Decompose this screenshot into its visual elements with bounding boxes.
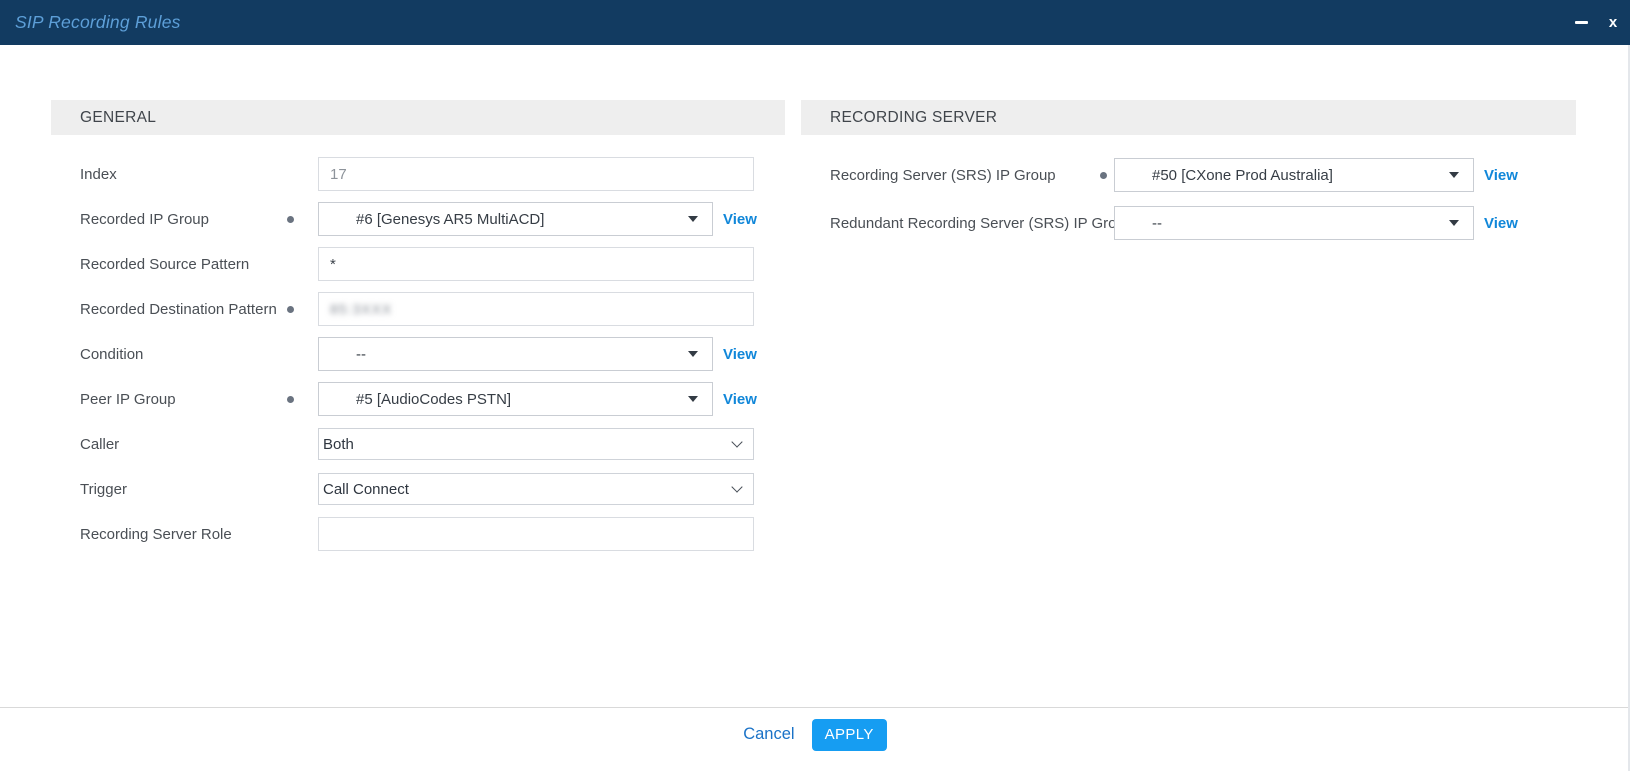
redacted-value: 85:3XXX	[330, 301, 392, 317]
cancel-button[interactable]: Cancel	[743, 725, 794, 744]
recording-server-section: RECORDING SERVER Recording Server (SRS) …	[801, 100, 1576, 254]
field-row-recording-server-role: Recording Server Role	[51, 517, 785, 551]
peer-ip-group-view-link[interactable]: View	[723, 391, 757, 408]
trigger-label: Trigger	[51, 481, 281, 498]
select-chevron-icon	[731, 436, 742, 447]
srs-ip-group-value: #50 [CXone Prod Australia]	[1115, 167, 1333, 184]
field-row-peer-ip-group: Peer IP Group #5 [AudioCodes PSTN] View	[51, 382, 785, 416]
peer-ip-group-dropdown[interactable]: #5 [AudioCodes PSTN]	[318, 382, 713, 416]
general-section: GENERAL Index Recorded IP Group #6 [Gene…	[51, 100, 785, 562]
recording-server-section-title: RECORDING SERVER	[830, 109, 997, 127]
field-row-caller: Caller Both	[51, 427, 785, 461]
dropdown-arrow-icon	[1449, 172, 1459, 178]
peer-ip-group-label: Peer IP Group	[51, 391, 281, 408]
recorded-destination-pattern-label: Recorded Destination Pattern	[51, 301, 281, 318]
required-dot	[287, 306, 294, 313]
redundant-srs-ip-group-label: Redundant Recording Server (SRS) IP Grou…	[801, 215, 1097, 232]
condition-dropdown[interactable]: --	[318, 337, 713, 371]
caller-value: Both	[323, 436, 354, 453]
general-section-header: GENERAL	[51, 100, 785, 135]
index-input[interactable]	[318, 157, 754, 191]
recorded-ip-group-label: Recorded IP Group	[51, 211, 281, 228]
required-dot	[1100, 172, 1107, 179]
general-section-title: GENERAL	[80, 109, 156, 127]
recorded-ip-group-dropdown[interactable]: #6 [Genesys AR5 MultiACD]	[318, 202, 713, 236]
minimize-icon	[1575, 21, 1588, 24]
select-chevron-icon	[731, 481, 742, 492]
apply-button[interactable]: APPLY	[812, 719, 887, 751]
trigger-select[interactable]: Call Connect	[318, 473, 754, 505]
close-button[interactable]: x	[1600, 0, 1626, 45]
recorded-ip-group-value: #6 [Genesys AR5 MultiACD]	[319, 211, 544, 228]
trigger-value: Call Connect	[323, 481, 409, 498]
peer-ip-group-value: #5 [AudioCodes PSTN]	[319, 391, 511, 408]
dropdown-arrow-icon	[688, 351, 698, 357]
recorded-ip-group-view-link[interactable]: View	[723, 211, 757, 228]
condition-label: Condition	[51, 346, 281, 363]
recorded-source-pattern-input[interactable]	[318, 247, 754, 281]
field-row-recorded-destination-pattern: Recorded Destination Pattern 85:3XXX	[51, 292, 785, 326]
dialog-titlebar: SIP Recording Rules x	[0, 0, 1630, 45]
field-row-redundant-srs-ip-group: Redundant Recording Server (SRS) IP Grou…	[801, 206, 1576, 240]
recording-server-role-label: Recording Server Role	[51, 526, 281, 543]
close-icon: x	[1609, 14, 1617, 31]
redundant-srs-ip-group-dropdown[interactable]: --	[1114, 206, 1474, 240]
srs-ip-group-view-link[interactable]: View	[1484, 167, 1518, 184]
index-label: Index	[51, 166, 281, 183]
field-row-recorded-source-pattern: Recorded Source Pattern	[51, 247, 785, 281]
redundant-srs-ip-group-value: --	[1115, 215, 1162, 232]
required-dot	[287, 216, 294, 223]
recording-server-section-header: RECORDING SERVER	[801, 100, 1576, 135]
dialog-title: SIP Recording Rules	[0, 12, 181, 33]
dropdown-arrow-icon	[688, 396, 698, 402]
srs-ip-group-label: Recording Server (SRS) IP Group	[801, 167, 1097, 184]
recorded-destination-pattern-input[interactable]: 85:3XXX	[318, 292, 754, 326]
srs-ip-group-dropdown[interactable]: #50 [CXone Prod Australia]	[1114, 158, 1474, 192]
condition-view-link[interactable]: View	[723, 346, 757, 363]
recording-server-role-input[interactable]	[318, 517, 754, 551]
field-row-index: Index	[51, 157, 785, 191]
field-row-srs-ip-group: Recording Server (SRS) IP Group #50 [CXo…	[801, 158, 1576, 192]
redundant-srs-ip-group-view-link[interactable]: View	[1484, 215, 1518, 232]
recorded-source-pattern-label: Recorded Source Pattern	[51, 256, 281, 273]
field-row-trigger: Trigger Call Connect	[51, 472, 785, 506]
caller-label: Caller	[51, 436, 281, 453]
field-row-recorded-ip-group: Recorded IP Group #6 [Genesys AR5 MultiA…	[51, 202, 785, 236]
dropdown-arrow-icon	[1449, 220, 1459, 226]
field-row-condition: Condition -- View	[51, 337, 785, 371]
caller-select[interactable]: Both	[318, 428, 754, 460]
condition-value: --	[319, 346, 366, 363]
dropdown-arrow-icon	[688, 216, 698, 222]
minimize-button[interactable]	[1568, 0, 1594, 45]
footer: Cancel APPLY	[0, 708, 1630, 771]
required-dot	[287, 396, 294, 403]
